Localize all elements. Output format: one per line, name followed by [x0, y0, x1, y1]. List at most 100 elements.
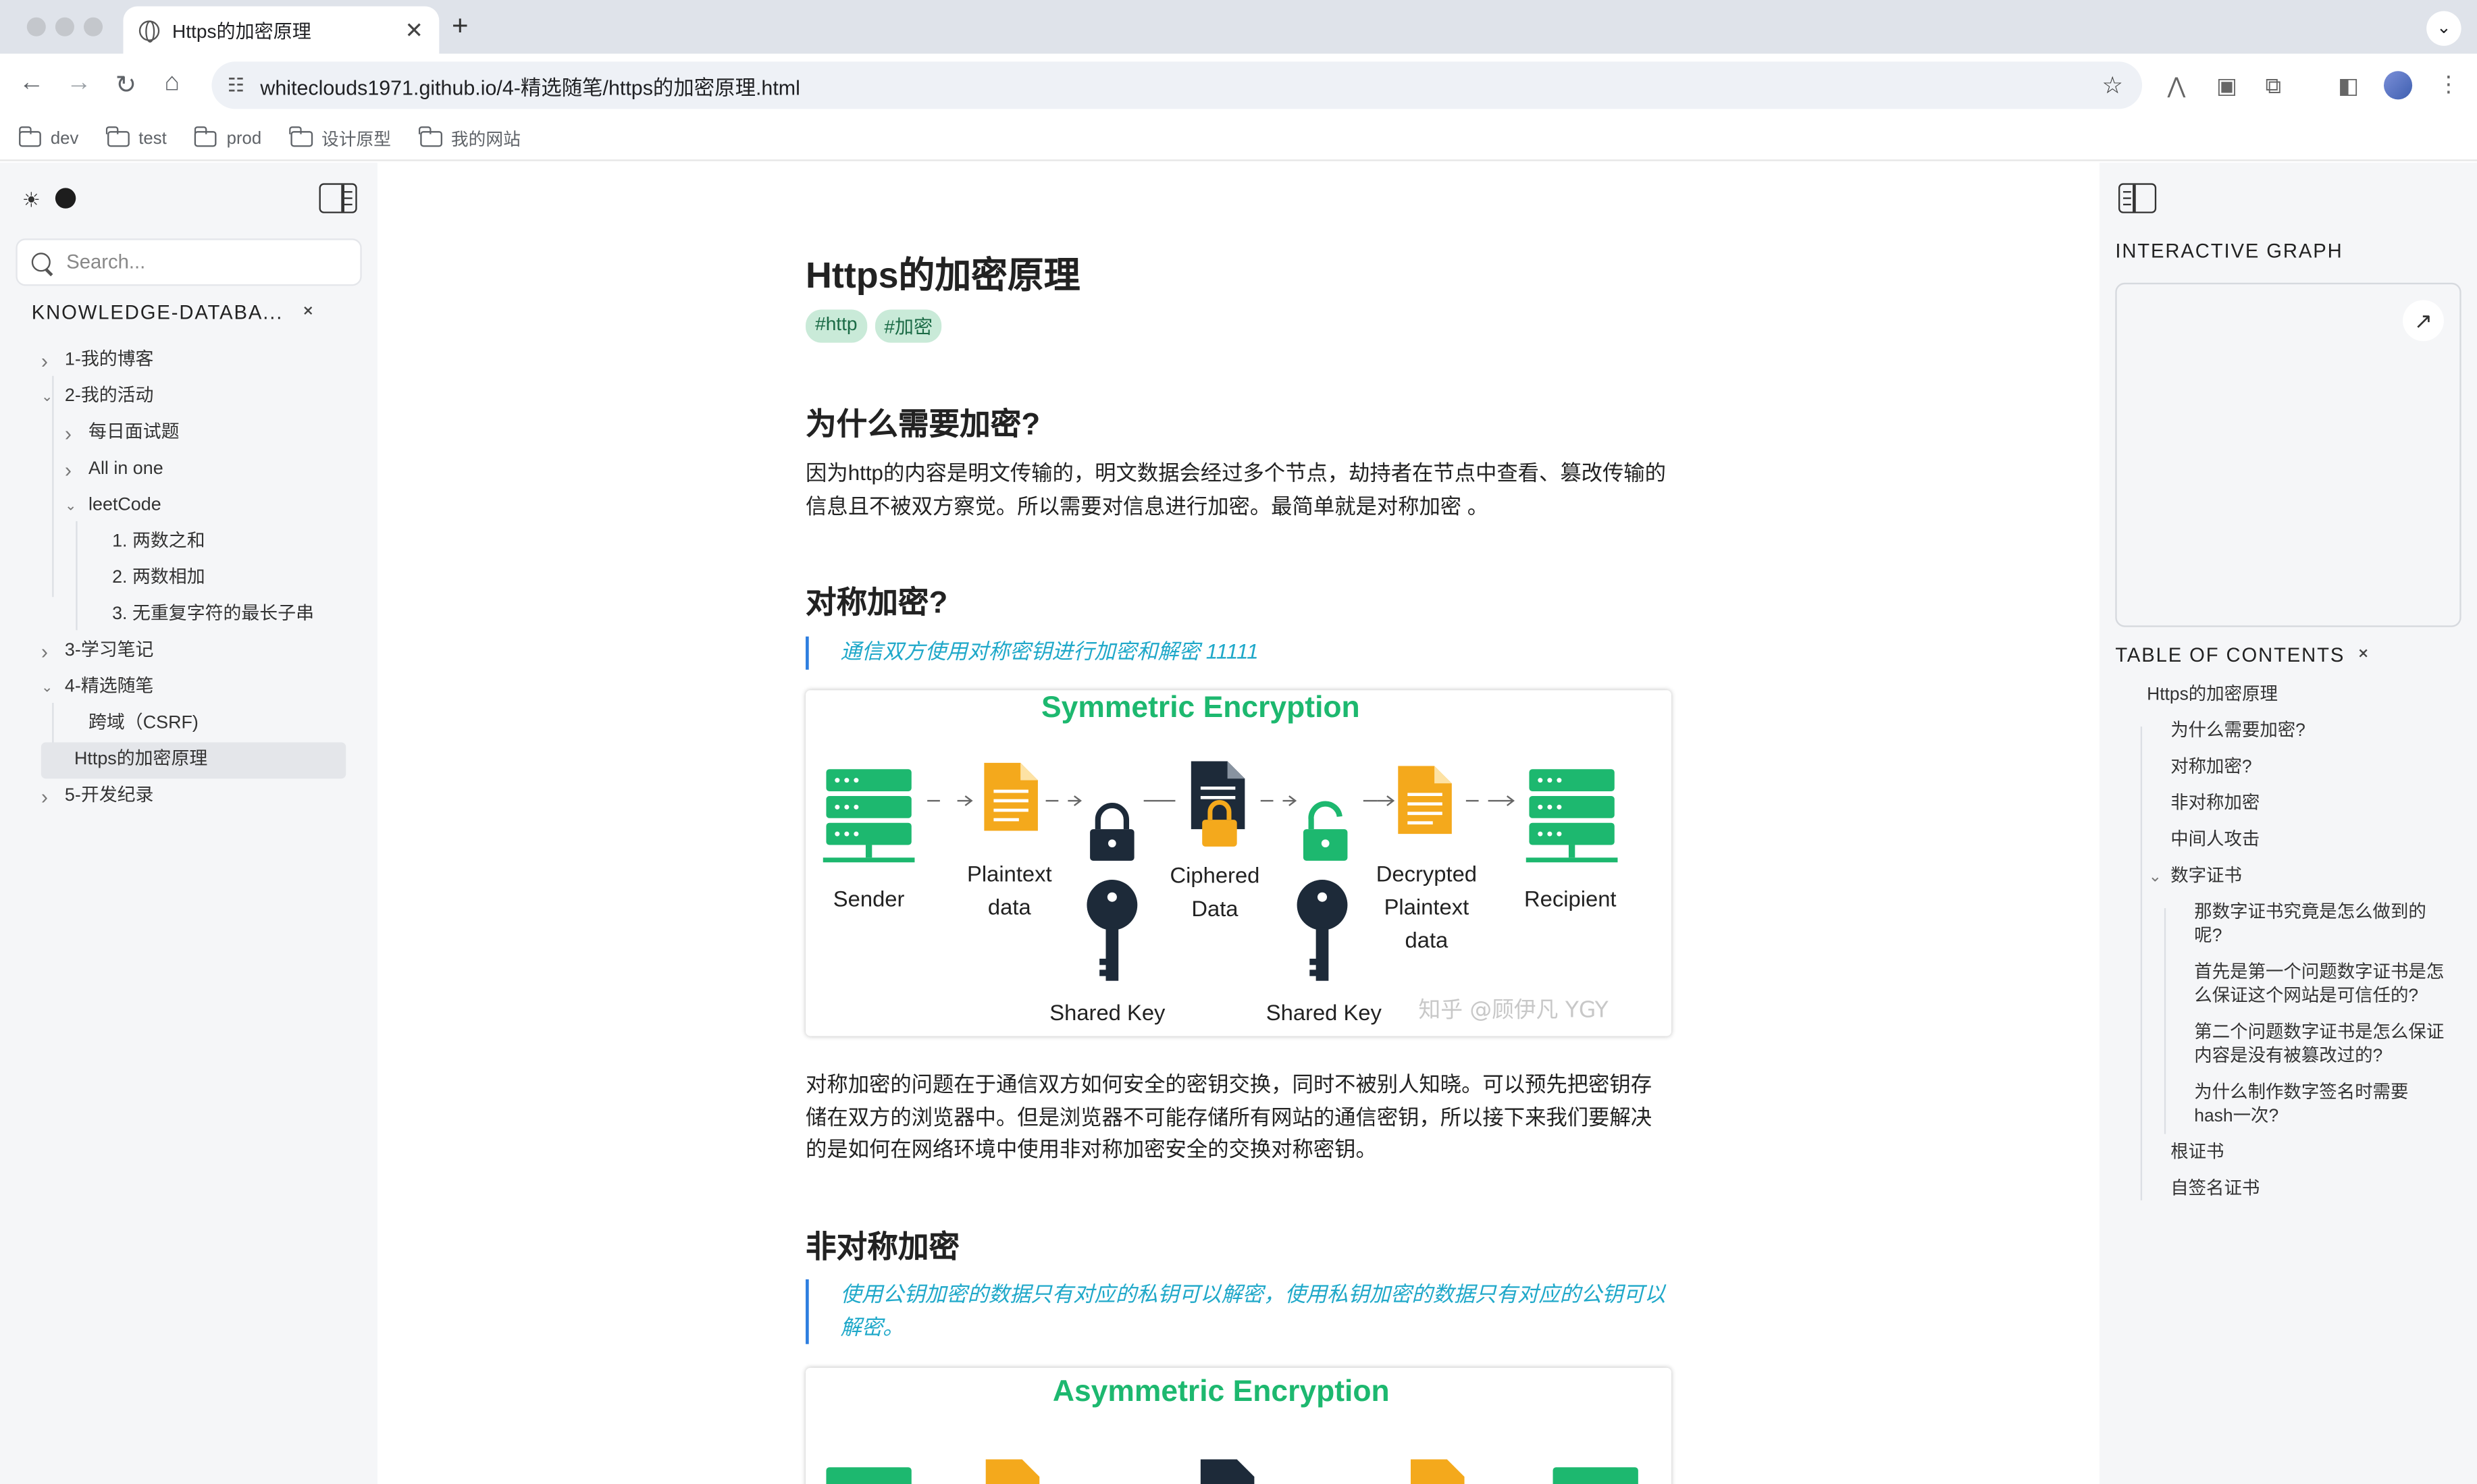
extension-a-icon[interactable]: ⋀: [2168, 73, 2186, 100]
bookmark-folder-dev[interactable]: dev: [18, 125, 78, 148]
heading-symmetric: 对称加密?: [806, 585, 948, 621]
forward-arrow-icon[interactable]: →: [66, 70, 91, 98]
toc-item[interactable]: 对称加密?: [2147, 757, 2447, 780]
tree-item[interactable]: ⌄ 2-我的活动: [38, 379, 354, 415]
label-decrypted-2: Plaintext: [1384, 894, 1469, 919]
label-plaintext-2: data: [988, 894, 1032, 919]
toc-item[interactable]: ⌄ 数字证书: [2147, 866, 2447, 889]
bookmark-folder-prod[interactable]: prod: [194, 125, 261, 148]
tree-item[interactable]: ⌄ 4-精选随笔: [38, 670, 354, 706]
toggle-right-panel-icon[interactable]: [2118, 183, 2157, 213]
globe-icon: [138, 20, 160, 42]
chevron-right-icon[interactable]: ›: [41, 343, 48, 379]
toc-item[interactable]: 根证书: [2147, 1142, 2447, 1165]
tree-item[interactable]: › 每日面试题: [38, 415, 354, 452]
tag-http[interactable]: #http: [806, 309, 867, 343]
toc-item-label: 对称加密?: [2170, 758, 2252, 777]
tree-item-label: Https的加密原理: [74, 750, 208, 770]
window-minimize-dot[interactable]: [55, 17, 74, 36]
bookmark-folder-test[interactable]: test: [106, 125, 167, 148]
label-plaintext-1: Plaintext: [967, 861, 1052, 886]
left-sidebar: ☀ KNOWLEDGE-DATABA... ⌄⌃ ›1-我的博客⌄2-我的活动›…: [0, 162, 378, 1484]
tree-item[interactable]: 2. 两数相加: [38, 560, 354, 597]
tree-item-label: 5-开发纪录: [64, 786, 154, 806]
tab-search-button[interactable]: ⌄: [2426, 11, 2461, 46]
toc-collapse-icon[interactable]: ⌄ ⌃: [2355, 638, 2372, 670]
expand-graph-icon[interactable]: ↗: [2403, 300, 2444, 342]
chevron-down-icon[interactable]: ⌄: [2148, 866, 2162, 889]
browser-tab-active[interactable]: Https的加密原理 ✕: [123, 6, 440, 54]
chevron-right-icon[interactable]: ›: [65, 415, 72, 452]
toc-item[interactable]: 自签名证书: [2147, 1178, 2447, 1202]
new-tab-button[interactable]: +: [452, 9, 469, 43]
tree-item[interactable]: ⌄ leetCode: [38, 488, 354, 525]
tag-list: #http #加密: [806, 309, 950, 343]
toggle-sidebar-icon[interactable]: [319, 183, 357, 213]
address-bar[interactable]: ☷ whiteclouds1971.github.io/4-精选随笔/https…: [211, 61, 2143, 109]
chevron-down-icon[interactable]: ⌄: [41, 379, 53, 415]
toc-item[interactable]: 为什么需要加密?: [2147, 720, 2447, 744]
chevron-down-icon[interactable]: ⌄: [65, 488, 77, 525]
label-recipient: Recipient: [1524, 886, 1617, 911]
folder-icon: [194, 125, 217, 147]
dark-mode-icon[interactable]: [55, 188, 76, 209]
blockquote-asymmetric: 使用公钥加密的数据只有对应的私钥可以解密，使用私钥加密的数据只有对应的公钥可以解…: [806, 1279, 1671, 1344]
interactive-graph[interactable]: ↗: [2115, 282, 2461, 627]
chevron-down-icon[interactable]: ⌄: [41, 670, 53, 706]
bookmark-folder-design[interactable]: 设计原型: [289, 125, 391, 151]
back-arrow-icon[interactable]: ←: [19, 70, 44, 98]
bookmark-star-icon[interactable]: ☆: [2102, 71, 2123, 100]
toc-item[interactable]: Https的加密原理: [2147, 684, 2447, 708]
toc-item[interactable]: 非对称加密: [2147, 793, 2447, 816]
tree-item-label: 3-学习笔记: [64, 641, 154, 660]
extensions-puzzle-icon[interactable]: ⧉: [2266, 73, 2281, 100]
chevron-right-icon[interactable]: ›: [65, 452, 72, 488]
toc-item[interactable]: 那数字证书究竟是怎么做到的呢?: [2147, 902, 2447, 949]
recipient-server-icon: [1526, 769, 1618, 863]
chevron-right-icon[interactable]: ›: [41, 633, 48, 670]
window-zoom-dot[interactable]: [83, 17, 103, 36]
home-icon[interactable]: ⌂: [164, 70, 180, 98]
search-input[interactable]: [66, 250, 335, 273]
label-shared-key-right: Shared Key: [1266, 1000, 1382, 1025]
toc-item[interactable]: 首先是第一个问题数字证书是怎么保证这个网站是可信任的?: [2147, 962, 2447, 1009]
reload-icon[interactable]: ↻: [115, 70, 136, 101]
tree-item[interactable]: › All in one: [38, 452, 354, 488]
explorer-root-title[interactable]: KNOWLEDGE-DATABA...: [32, 302, 283, 324]
bookmark-folder-mysite[interactable]: 我的网站: [419, 125, 521, 151]
site-info-icon[interactable]: ☷: [228, 74, 244, 97]
toc-item-label: 数字证书: [2170, 867, 2242, 886]
window-close-dot[interactable]: [26, 17, 46, 36]
url-text[interactable]: whiteclouds1971.github.io/4-精选随笔/https的加…: [260, 70, 800, 100]
profile-avatar[interactable]: [2384, 71, 2413, 100]
toc-item[interactable]: 中间人攻击: [2147, 829, 2447, 853]
tree-item-label: 每日面试题: [88, 423, 180, 443]
tree-item[interactable]: 3. 无重复字符的最长子串: [38, 597, 354, 633]
toc-item[interactable]: 为什么制作数字签名时需要hash一次?: [2147, 1082, 2447, 1129]
browser-tab-bar: Https的加密原理 ✕ + ⌄: [0, 0, 2477, 54]
tree-item[interactable]: 1. 两数之和: [38, 525, 354, 561]
folder-icon: [419, 125, 442, 147]
collapse-all-icon[interactable]: ⌄ ⌃: [300, 295, 316, 327]
close-icon[interactable]: ✕: [405, 17, 423, 44]
extension-image-icon[interactable]: ▣: [2216, 73, 2237, 100]
light-mode-icon[interactable]: ☀: [22, 188, 41, 213]
file-tree: › 1-我的博客 ⌄ 2-我的活动 › 每日面试题 › All in one ⌄ leetCode…: [38, 343, 354, 815]
chevron-right-icon[interactable]: ›: [41, 778, 48, 815]
tree-item[interactable]: › 3-学习笔记: [38, 633, 354, 670]
asym-recipient-server-icon: [1553, 1467, 1638, 1484]
search-box[interactable]: [16, 238, 362, 286]
tree-item[interactable]: › 1-我的博客: [38, 343, 354, 379]
toc-item-label: 第二个问题数字证书是怎么保证内容是没有被篡改过的?: [2194, 1023, 2445, 1067]
toc-item[interactable]: 第二个问题数字证书是怎么保证内容是没有被篡改过的?: [2147, 1022, 2447, 1069]
tree-item[interactable]: 跨域（CSRF): [38, 706, 354, 743]
toc-item-label: Https的加密原理: [2147, 685, 2278, 705]
side-panel-icon[interactable]: ◧: [2338, 73, 2359, 100]
ciphered-document-icon: [1191, 761, 1245, 847]
tag-encryption[interactable]: #加密: [875, 309, 943, 343]
tree-item-label: leetCode: [88, 496, 161, 515]
tree-item[interactable]: › 5-开发纪录: [38, 778, 354, 815]
bookmarks-bar: dev test prod 设计原型 我的网站: [0, 117, 2477, 161]
tree-item[interactable]: Https的加密原理: [41, 742, 346, 779]
more-menu-icon[interactable]: ⋮: [2438, 71, 2460, 98]
